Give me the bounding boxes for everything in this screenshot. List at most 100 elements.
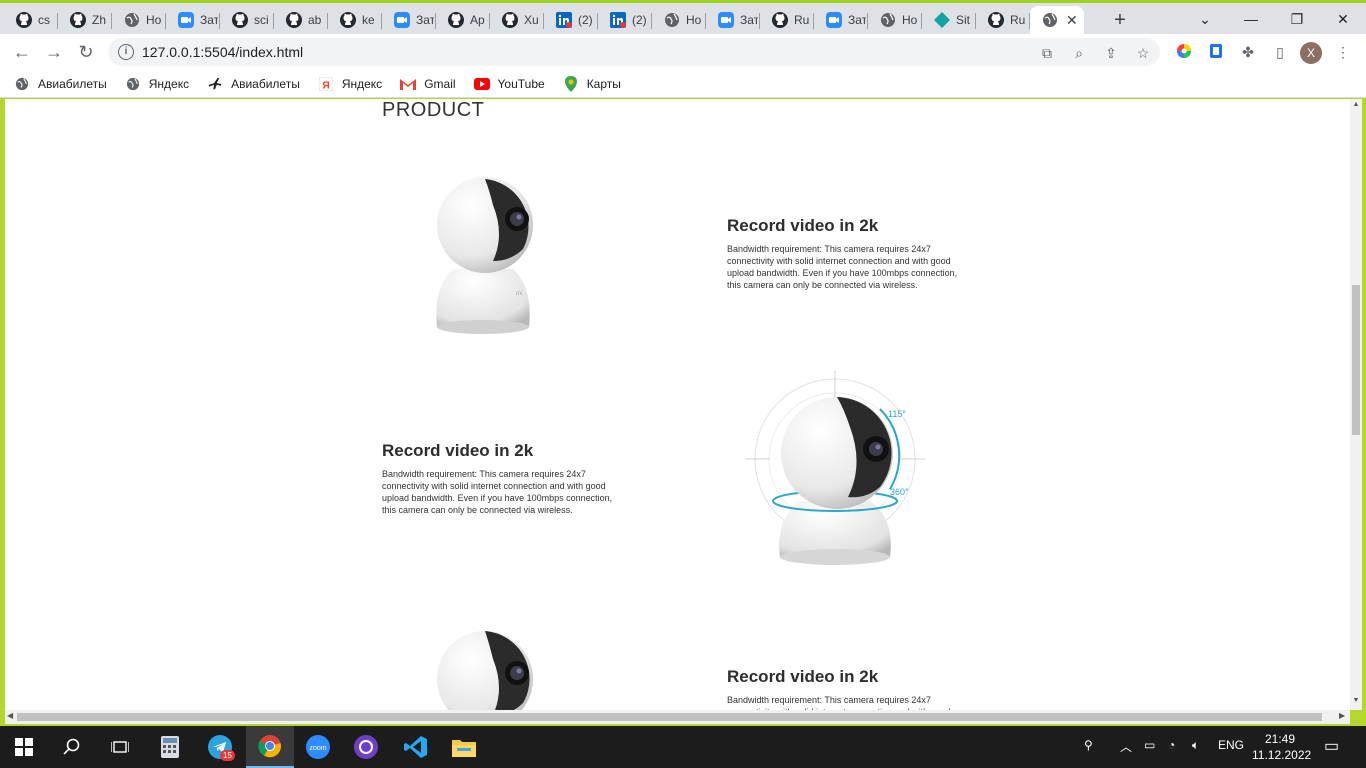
- tab-title: ke: [362, 13, 375, 27]
- tab-active[interactable]: ✕: [1030, 6, 1084, 34]
- tab[interactable]: Ap: [436, 6, 490, 34]
- tab[interactable]: Зат: [382, 6, 436, 34]
- taskbar-telegram[interactable]: 15: [196, 726, 244, 768]
- github-icon: [772, 12, 788, 28]
- scroll-left-arrow-icon[interactable]: ◀: [7, 711, 13, 720]
- profile-avatar[interactable]: X: [1300, 42, 1322, 64]
- back-button[interactable]: ←: [10, 40, 34, 64]
- zoom-icon: [394, 12, 410, 28]
- telegram-unread-badge: 15: [220, 750, 235, 761]
- extensions-puzzle-icon[interactable]: ✤: [1239, 43, 1257, 61]
- tab[interactable]: Зат: [814, 6, 868, 34]
- bookmark-label: Карты: [586, 76, 621, 91]
- minimize-button[interactable]: —: [1228, 7, 1274, 31]
- bookmark-item[interactable]: Авиабилеты: [14, 72, 107, 96]
- address-bar[interactable]: i 127.0.0.1:5504/index.html ⧉ ⌕ ⇪ ☆: [108, 38, 1160, 66]
- bookmark-item[interactable]: Карты: [563, 72, 621, 96]
- battery-icon[interactable]: ▭: [1144, 738, 1155, 752]
- bookmark-label: Авиабилеты: [231, 76, 300, 91]
- taskbar-vscode[interactable]: [392, 726, 440, 768]
- tab-title: Зат: [200, 13, 218, 27]
- forward-button[interactable]: →: [42, 40, 66, 64]
- show-hidden-icons-chevron-icon[interactable]: ︿: [1120, 738, 1132, 755]
- search-button[interactable]: [48, 726, 96, 768]
- url-text[interactable]: 127.0.0.1:5504/index.html: [142, 44, 303, 60]
- new-tab-button[interactable]: +: [1108, 8, 1132, 32]
- side-panel-icon[interactable]: ▯: [1271, 43, 1289, 61]
- tab[interactable]: Xu: [490, 6, 544, 34]
- tabs-container: cs Zh Ho Зат sci ab ke Зат Ap Xu (2) (2) Ho Зат Ru Зат H…: [4, 6, 1084, 34]
- tab-title: Ho: [146, 13, 162, 27]
- tab[interactable]: sci: [220, 6, 274, 34]
- taskbar-chrome[interactable]: [246, 726, 294, 768]
- language-indicator[interactable]: ENG: [1218, 738, 1244, 752]
- tab[interactable]: (2): [544, 6, 598, 34]
- taskbar-github-desktop[interactable]: [342, 726, 390, 768]
- bookmark-item[interactable]: Gmail: [400, 72, 456, 96]
- tab[interactable]: (2): [598, 6, 652, 34]
- pan-angle-label: 360°: [890, 487, 909, 497]
- tab[interactable]: cs: [4, 6, 58, 34]
- restore-button[interactable]: ❐: [1274, 7, 1320, 31]
- youtube-icon: [473, 76, 490, 92]
- wifi-icon[interactable]: ◔: [1168, 738, 1175, 752]
- taskbar-zoom[interactable]: zoom: [294, 726, 342, 768]
- scroll-up-arrow-icon[interactable]: ▲: [1352, 101, 1360, 108]
- color-extension-icon[interactable]: [1175, 43, 1193, 61]
- feature-title-1: Record video in 2k: [727, 216, 879, 235]
- translate-icon[interactable]: ⧉: [1038, 44, 1056, 62]
- tab[interactable]: ab: [274, 6, 328, 34]
- menu-icon[interactable]: ⋮: [1334, 43, 1352, 61]
- feature-text-2: Bandwidth requirement: This camera requi…: [382, 469, 613, 515]
- globe-icon: [14, 76, 30, 92]
- volume-icon[interactable]: 🔈︎: [1192, 738, 1199, 753]
- taskbar-file-explorer[interactable]: [440, 726, 488, 768]
- bookmark-item[interactable]: Яндекс: [125, 72, 189, 96]
- tab-search-chevron-icon[interactable]: ⌄: [1182, 7, 1228, 31]
- tab[interactable]: Ru: [760, 6, 814, 34]
- horizontal-scrollbar[interactable]: ◀ ▶: [5, 710, 1350, 724]
- tab[interactable]: Sit: [922, 6, 976, 34]
- vertical-scrollbar[interactable]: ▲ ▼: [1350, 99, 1362, 710]
- close-tab-icon[interactable]: ✕: [1066, 12, 1078, 29]
- tab[interactable]: Ho: [112, 6, 166, 34]
- task-view-button[interactable]: [96, 726, 144, 768]
- tab[interactable]: Ho: [652, 6, 706, 34]
- vertical-scroll-thumb[interactable]: [1352, 285, 1360, 435]
- bookmark-label: YouTube: [497, 76, 545, 91]
- close-window-button[interactable]: ✕: [1320, 7, 1366, 31]
- bookmark-item[interactable]: YouTube: [473, 72, 545, 96]
- zoom-icon[interactable]: ⌕: [1070, 44, 1088, 62]
- horizontal-scroll-thumb[interactable]: [17, 713, 1322, 721]
- tab[interactable]: Ho: [868, 6, 922, 34]
- camera-image-3: [437, 631, 533, 710]
- bookmark-label: Яндекс: [341, 76, 383, 91]
- scroll-right-arrow-icon[interactable]: ▶: [1339, 711, 1345, 720]
- windows-taskbar: 15 zoom ⚲ ︿ ▭ ◔ 🔈︎ ENG 21:49 11.12.2022 …: [0, 726, 1366, 768]
- tab[interactable]: ke: [328, 6, 382, 34]
- share-icon[interactable]: ⇪: [1102, 44, 1120, 62]
- tab-title: Ho: [686, 13, 702, 27]
- bookmark-star-icon[interactable]: ☆: [1134, 44, 1152, 62]
- search-icon: [63, 738, 80, 755]
- tab[interactable]: Zh: [58, 6, 112, 34]
- site-info-icon[interactable]: i: [118, 44, 134, 60]
- system-clock[interactable]: 21:49 11.12.2022: [1252, 731, 1311, 763]
- scroll-down-arrow-icon[interactable]: ▼: [1352, 697, 1360, 704]
- reload-button[interactable]: ↻: [74, 40, 98, 64]
- bookmark-item[interactable]: Я Яндекс: [318, 72, 382, 96]
- start-button[interactable]: [0, 726, 48, 768]
- people-icon[interactable]: ⚲: [1084, 738, 1093, 752]
- globe-icon: [880, 12, 896, 28]
- taskbar-calculator[interactable]: [146, 726, 194, 768]
- notifications-icon[interactable]: ▭: [1324, 736, 1339, 756]
- tab[interactable]: Ru: [976, 6, 1030, 34]
- tab[interactable]: Зат: [706, 6, 760, 34]
- tab[interactable]: Зат: [166, 6, 220, 34]
- globe-icon: [664, 12, 680, 28]
- calculator-icon: [161, 736, 179, 758]
- extension-icon[interactable]: [1207, 43, 1225, 61]
- bookmark-item[interactable]: Авиабилеты: [207, 72, 300, 96]
- diamond-icon: [934, 12, 950, 28]
- bookmark-label: Авиабилеты: [38, 76, 107, 91]
